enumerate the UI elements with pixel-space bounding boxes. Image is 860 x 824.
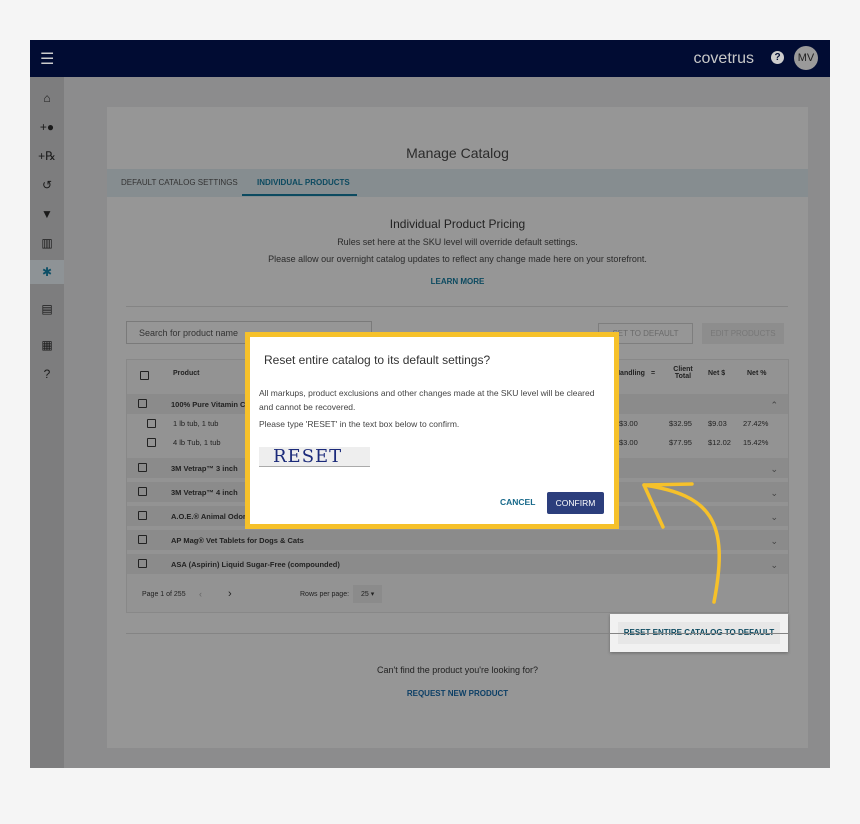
reset-confirm-input[interactable]: RESET	[259, 447, 370, 467]
dialog-instruction: Please type 'RESET' in the text box belo…	[259, 419, 460, 429]
dialog-body: All markups, product exclusions and othe…	[259, 388, 595, 412]
confirm-button[interactable]: CONFIRM	[547, 492, 604, 514]
reset-confirm-dialog: Reset entire catalog to its default sett…	[245, 332, 619, 529]
dialog-title: Reset entire catalog to its default sett…	[264, 353, 491, 367]
cancel-button[interactable]: CANCEL	[500, 497, 535, 507]
